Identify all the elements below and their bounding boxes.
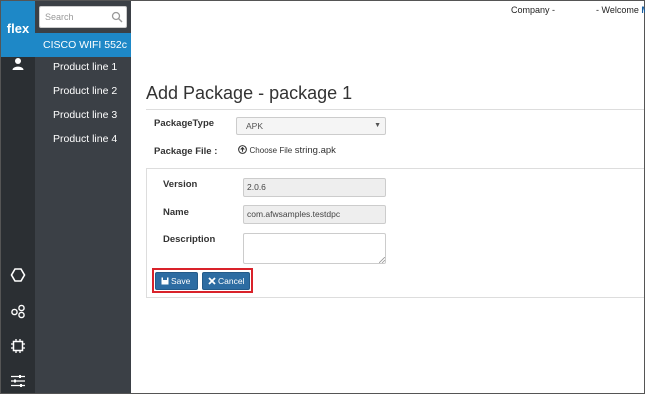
- description-label: Description: [163, 234, 216, 245]
- brand-logo-box[interactable]: flex: [1, 1, 35, 57]
- page-title: Add Package - package 1: [146, 83, 353, 103]
- user-icon[interactable]: [10, 56, 26, 72]
- sliders-icon[interactable]: [10, 373, 26, 389]
- chip-icon[interactable]: [10, 338, 26, 354]
- sidebar-item-product-line-2[interactable]: Product line 2: [35, 85, 131, 97]
- cancel-button[interactable]: Cancel: [202, 272, 250, 290]
- choose-file-button[interactable]: Choose File: [250, 146, 293, 155]
- description-textarea[interactable]: [243, 233, 386, 264]
- search-icon[interactable]: [111, 11, 123, 23]
- name-field[interactable]: com.afwsamples.testdpc: [243, 205, 386, 224]
- search-input[interactable]: [40, 7, 110, 27]
- cancel-label: Cancel: [218, 276, 245, 286]
- welcome-label: - Welcome: [596, 5, 639, 15]
- user-name-link[interactable]: M: [641, 5, 645, 15]
- sidebar-device-item[interactable]: CISCO WIFI 552c: [35, 33, 131, 57]
- save-icon: [161, 277, 169, 285]
- sidebar-item-product-line-3[interactable]: Product line 3: [35, 109, 131, 121]
- close-icon: [208, 277, 216, 285]
- title-divider: [146, 109, 644, 110]
- version-label: Version: [163, 179, 198, 190]
- resize-grip-icon[interactable]: [379, 257, 385, 263]
- select-caret-icon: ▼: [374, 122, 381, 129]
- name-label: Name: [163, 207, 189, 218]
- cluster-icon[interactable]: [10, 303, 26, 319]
- sidebar-item-product-line-4[interactable]: Product line 4: [35, 133, 131, 145]
- version-field[interactable]: 2.0.6: [243, 178, 386, 197]
- sidebar: CISCO WIFI 552c Product line 1 Product l…: [35, 1, 131, 393]
- hexagon-icon[interactable]: [10, 267, 26, 283]
- file-name: string.apk: [294, 145, 336, 156]
- package-type-select[interactable]: APK ▼: [236, 117, 386, 135]
- search-box: [39, 6, 127, 28]
- save-button[interactable]: Save: [155, 272, 198, 290]
- package-type-value: APK: [246, 121, 264, 131]
- company-label: Company -: [511, 5, 556, 15]
- file-picker[interactable]: Choose File string.apk: [238, 145, 336, 156]
- save-label: Save: [171, 276, 191, 286]
- sidebar-item-product-line-1[interactable]: Product line 1: [35, 61, 131, 73]
- brand-logo: flex: [6, 21, 30, 36]
- upload-icon: [238, 145, 247, 154]
- icon-rail: flex: [1, 1, 35, 393]
- package-type-label: PackageType: [154, 118, 215, 129]
- package-file-label: Package File :: [154, 146, 218, 157]
- welcome-text: - Welcome M: [596, 5, 645, 15]
